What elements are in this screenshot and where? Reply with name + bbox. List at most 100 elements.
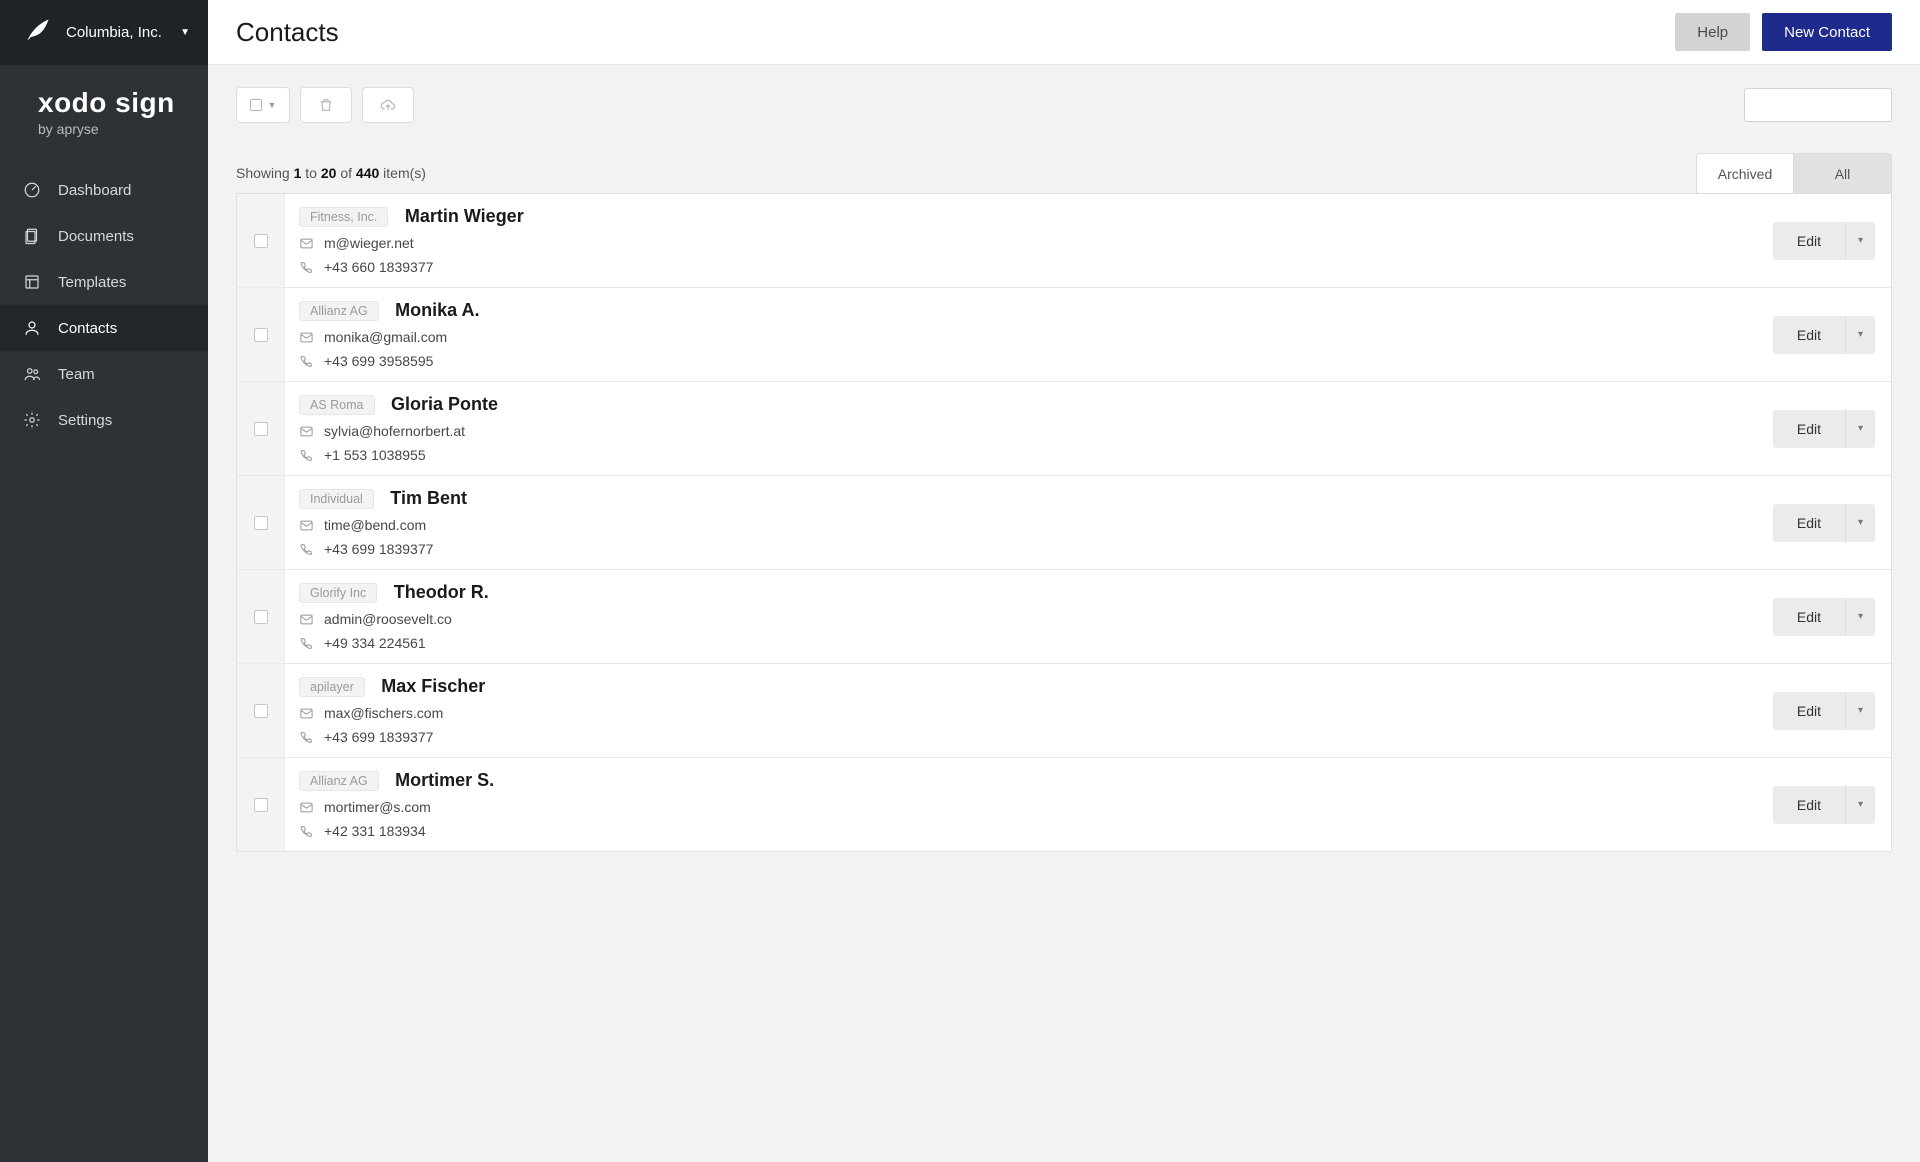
mail-icon <box>299 706 314 721</box>
brand-block: xodo sign by apryse <box>0 65 208 167</box>
team-icon <box>22 364 42 384</box>
org-switcher[interactable]: Columbia, Inc. ▼ <box>0 0 208 65</box>
edit-button-group: Edit ▾ <box>1773 222 1875 260</box>
contact-phone: +43 699 1839377 <box>324 729 433 745</box>
edit-button[interactable]: Edit <box>1773 504 1845 542</box>
contact-name: Gloria Ponte <box>391 394 498 414</box>
edit-button-group: Edit ▾ <box>1773 504 1875 542</box>
edit-more-button[interactable]: ▾ <box>1845 222 1875 260</box>
row-actions: Edit ▾ <box>1741 476 1891 569</box>
contact-email-row: sylvia@hofernorbert.at <box>299 423 1725 439</box>
edit-button[interactable]: Edit <box>1773 598 1845 636</box>
row-main: Allianz AG Mortimer S. mortimer@s.com +4… <box>285 758 1741 851</box>
row-main: apilayer Max Fischer max@fischers.com +4… <box>285 664 1741 757</box>
nav-templates[interactable]: Templates <box>0 259 208 305</box>
chevron-down-icon: ▾ <box>1858 517 1863 528</box>
contact-phone: +1 553 1038955 <box>324 447 426 463</box>
org-name: Columbia, Inc. <box>66 24 166 41</box>
row-actions: Edit ▾ <box>1741 664 1891 757</box>
edit-more-button[interactable]: ▾ <box>1845 410 1875 448</box>
row-checkbox-cell[interactable] <box>237 570 285 663</box>
contact-name: Mortimer S. <box>395 770 494 790</box>
row-checkbox-cell[interactable] <box>237 758 285 851</box>
contact-row: Individual Tim Bent time@bend.com +43 69… <box>237 476 1891 570</box>
edit-more-button[interactable]: ▾ <box>1845 598 1875 636</box>
row-actions: Edit ▾ <box>1741 382 1891 475</box>
showing-text: Showing 1 to 20 of 440 item(s) <box>236 165 426 193</box>
contact-phone-row: +42 331 183934 <box>299 823 1725 839</box>
contact-name: Max Fischer <box>381 676 485 696</box>
nav-label: Documents <box>58 228 134 245</box>
filter-archived[interactable]: Archived <box>1696 153 1794 193</box>
contact-name: Monika A. <box>395 300 479 320</box>
page-title: Contacts <box>236 17 1663 48</box>
edit-button[interactable]: Edit <box>1773 222 1845 260</box>
edit-button-group: Edit ▾ <box>1773 316 1875 354</box>
edit-button-group: Edit ▾ <box>1773 410 1875 448</box>
contact-row: Fitness, Inc. Martin Wieger m@wieger.net… <box>237 194 1891 288</box>
dashboard-icon <box>22 180 42 200</box>
new-contact-button[interactable]: New Contact <box>1762 13 1892 51</box>
checkbox-icon <box>254 610 268 624</box>
chevron-down-icon: ▼ <box>180 27 190 38</box>
edit-button-group: Edit ▾ <box>1773 786 1875 824</box>
row-checkbox-cell[interactable] <box>237 194 285 287</box>
contact-email-row: monika@gmail.com <box>299 329 1725 345</box>
contact-name: Theodor R. <box>394 582 489 602</box>
contact-row: apilayer Max Fischer max@fischers.com +4… <box>237 664 1891 758</box>
phone-icon <box>299 824 314 839</box>
contact-email-row: m@wieger.net <box>299 235 1725 251</box>
row-actions: Edit ▾ <box>1741 288 1891 381</box>
mail-icon <box>299 330 314 345</box>
contact-phone-row: +43 699 1839377 <box>299 729 1725 745</box>
search-box[interactable] <box>1744 88 1892 122</box>
contact-phone-row: +1 553 1038955 <box>299 447 1725 463</box>
search-input[interactable] <box>1753 97 1920 113</box>
edit-button[interactable]: Edit <box>1773 692 1845 730</box>
filter-all[interactable]: All <box>1794 153 1892 193</box>
nav-label: Contacts <box>58 320 117 337</box>
nav-documents[interactable]: Documents <box>0 213 208 259</box>
nav-label: Templates <box>58 274 126 291</box>
checkbox-icon <box>254 798 268 812</box>
row-checkbox-cell[interactable] <box>237 382 285 475</box>
help-button[interactable]: Help <box>1675 13 1750 51</box>
showing-from: 1 <box>294 165 302 181</box>
edit-button[interactable]: Edit <box>1773 316 1845 354</box>
export-button[interactable] <box>362 87 414 123</box>
select-all-button[interactable]: ▼ <box>236 87 290 123</box>
edit-button-group: Edit ▾ <box>1773 692 1875 730</box>
header: Contacts Help New Contact <box>208 0 1920 65</box>
mail-icon <box>299 424 314 439</box>
chevron-down-icon: ▾ <box>1858 611 1863 622</box>
nav: Dashboard Documents Templates Contacts T… <box>0 167 208 443</box>
edit-more-button[interactable]: ▾ <box>1845 692 1875 730</box>
delete-button[interactable] <box>300 87 352 123</box>
nav-settings[interactable]: Settings <box>0 397 208 443</box>
contact-email: monika@gmail.com <box>324 329 447 345</box>
edit-button[interactable]: Edit <box>1773 786 1845 824</box>
filter-tabs: Archived All <box>1696 153 1892 193</box>
showing-to-word: to <box>305 165 317 181</box>
contact-email-row: max@fischers.com <box>299 705 1725 721</box>
row-main: AS Roma Gloria Ponte sylvia@hofernorbert… <box>285 382 1741 475</box>
contact-email-row: time@bend.com <box>299 517 1725 533</box>
nav-contacts[interactable]: Contacts <box>0 305 208 351</box>
quill-icon <box>24 16 52 49</box>
row-checkbox-cell[interactable] <box>237 664 285 757</box>
row-checkbox-cell[interactable] <box>237 476 285 569</box>
edit-more-button[interactable]: ▾ <box>1845 316 1875 354</box>
mail-icon <box>299 800 314 815</box>
edit-more-button[interactable]: ▾ <box>1845 504 1875 542</box>
nav-team[interactable]: Team <box>0 351 208 397</box>
edit-more-button[interactable]: ▾ <box>1845 786 1875 824</box>
row-checkbox-cell[interactable] <box>237 288 285 381</box>
checkbox-icon <box>254 704 268 718</box>
phone-icon <box>299 730 314 745</box>
upload-cloud-icon <box>380 97 396 113</box>
phone-icon <box>299 354 314 369</box>
nav-label: Dashboard <box>58 182 131 199</box>
nav-dashboard[interactable]: Dashboard <box>0 167 208 213</box>
edit-button[interactable]: Edit <box>1773 410 1845 448</box>
mail-icon <box>299 612 314 627</box>
